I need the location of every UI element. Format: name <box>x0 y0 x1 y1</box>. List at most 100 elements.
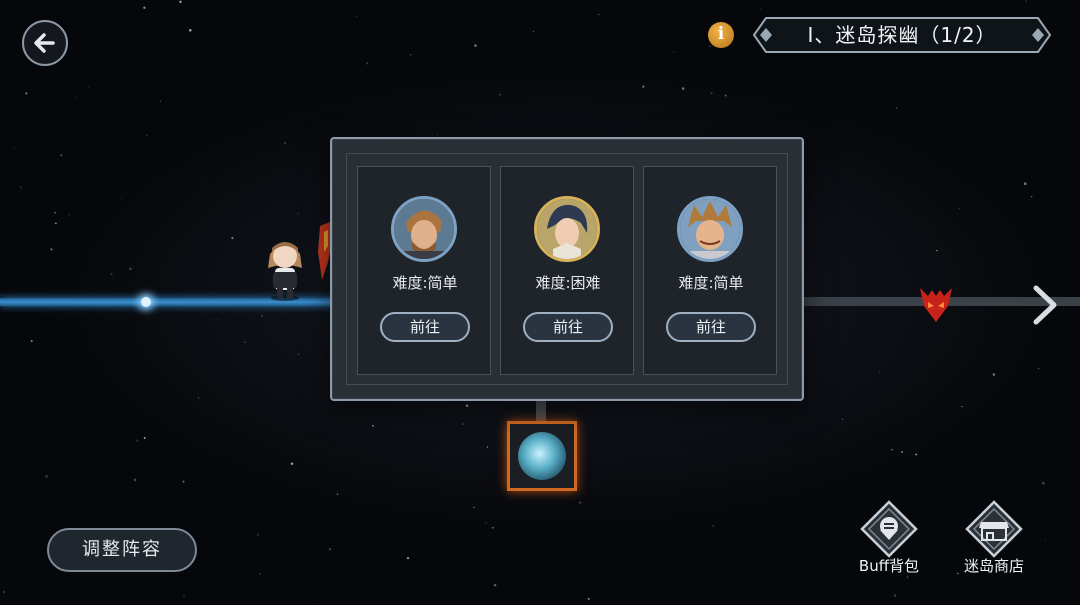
star <box>75 97 77 99</box>
star <box>143 437 146 439</box>
star <box>143 6 146 9</box>
star <box>181 22 183 23</box>
star <box>110 273 113 276</box>
opponent-card: 难度:困难 前往 <box>500 166 634 375</box>
demon-boss-icon[interactable] <box>918 284 954 322</box>
arrow-left-icon <box>34 33 55 53</box>
star <box>706 4 708 6</box>
path-node <box>141 297 151 307</box>
star <box>493 583 497 587</box>
star <box>45 475 48 478</box>
info-glyph: i <box>717 24 725 44</box>
star <box>936 249 938 252</box>
star <box>328 548 331 551</box>
star <box>465 404 469 408</box>
star <box>1045 539 1047 542</box>
star <box>317 603 319 605</box>
star <box>356 16 358 17</box>
star <box>256 534 259 536</box>
back-button[interactable] <box>22 20 68 66</box>
star <box>491 526 494 529</box>
star <box>841 418 844 420</box>
star <box>915 453 918 456</box>
star <box>133 478 137 482</box>
star <box>709 45 711 48</box>
map-stage: i Ⅰ、迷岛探幽（1/2） 难度:简单 前往 难度:困难 前往 难度:简单 前往… <box>0 0 1080 605</box>
star <box>188 28 192 32</box>
star <box>129 267 132 271</box>
adjust-formation-button[interactable]: 调整阵容 <box>47 528 197 572</box>
island-shop-label: 迷岛商店 <box>963 557 1024 575</box>
star <box>1041 481 1045 485</box>
opponent-card: 难度:简单 前往 <box>643 166 777 375</box>
star <box>895 107 898 109</box>
buff-bag-icon <box>860 500 918 558</box>
star <box>532 30 535 33</box>
hero-portrait-icon <box>537 199 597 259</box>
star <box>60 154 63 157</box>
star <box>1037 367 1040 370</box>
buff-bag-label: Buff背包 <box>858 557 920 575</box>
info-icon[interactable]: i <box>708 22 734 48</box>
shop-icon <box>965 500 1023 558</box>
star <box>50 248 53 251</box>
crystal-node-tile[interactable] <box>507 421 577 491</box>
go-button[interactable]: 前往 <box>523 312 613 342</box>
star <box>578 501 582 504</box>
star <box>891 448 894 451</box>
opponent-portrait[interactable] <box>534 196 600 262</box>
star <box>992 373 996 376</box>
crystal-icon <box>518 432 566 480</box>
difficulty-label: 难度:简单 <box>392 274 458 292</box>
hero-portrait-icon <box>394 199 454 259</box>
star <box>297 212 299 215</box>
star <box>901 450 904 454</box>
go-button[interactable]: 前往 <box>666 312 756 342</box>
star <box>681 87 685 90</box>
star <box>1025 0 1027 2</box>
star <box>0 293 1 296</box>
star <box>215 318 217 320</box>
star <box>673 51 675 53</box>
star <box>486 446 489 448</box>
chevron-right-icon[interactable] <box>1028 284 1062 326</box>
star <box>853 82 855 84</box>
star <box>866 248 868 250</box>
star <box>724 94 727 97</box>
star <box>1030 195 1033 198</box>
opponent-card: 难度:简单 前往 <box>357 166 491 375</box>
star <box>406 556 410 560</box>
buff-bag-button[interactable]: Buff背包 <box>849 500 929 580</box>
star <box>878 370 881 373</box>
star <box>284 142 287 145</box>
stage-title-banner: Ⅰ、迷岛探幽（1/2） <box>752 16 1052 54</box>
star <box>473 506 475 509</box>
star <box>965 343 967 345</box>
opponent-portrait[interactable] <box>391 196 457 262</box>
star <box>498 93 501 96</box>
star <box>3 591 5 593</box>
star <box>179 0 182 4</box>
star <box>366 62 369 65</box>
star <box>436 134 439 136</box>
star <box>55 222 57 225</box>
star <box>474 44 477 47</box>
star <box>587 597 590 600</box>
star <box>243 341 246 344</box>
island-shop-button[interactable]: 迷岛商店 <box>954 500 1034 580</box>
star <box>136 439 139 442</box>
go-button[interactable]: 前往 <box>380 312 470 342</box>
path-connector <box>536 400 546 422</box>
star <box>298 353 299 355</box>
star <box>200 183 202 185</box>
star <box>182 480 185 483</box>
hero-portrait-icon <box>680 199 740 259</box>
star <box>287 578 289 579</box>
opponent-select-panel: 难度:简单 前往 难度:困难 前往 难度:简单 前往 <box>330 137 804 401</box>
difficulty-label: 难度:困难 <box>535 274 601 292</box>
star <box>569 570 571 571</box>
star <box>68 214 70 216</box>
star <box>710 92 713 95</box>
opponent-portrait[interactable] <box>677 196 743 262</box>
star <box>19 186 22 189</box>
